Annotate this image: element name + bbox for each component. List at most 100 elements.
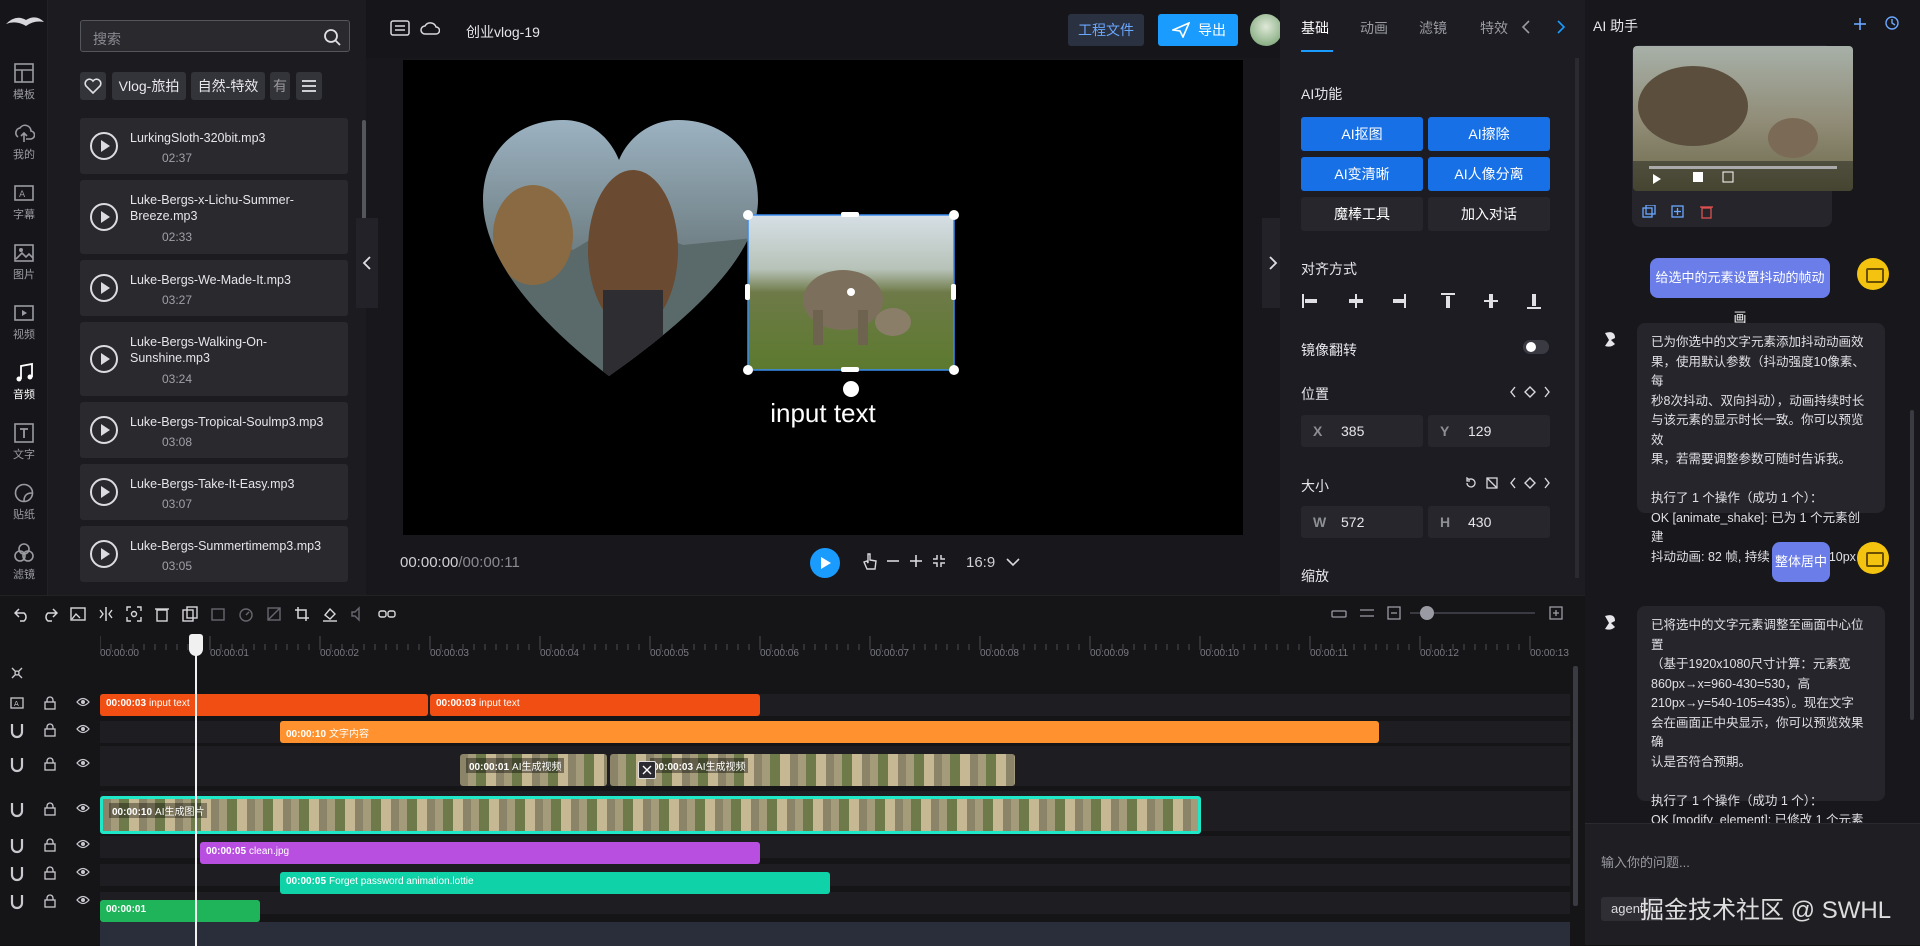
eye-icon[interactable] xyxy=(76,838,90,853)
lock-icon[interactable] xyxy=(44,802,56,819)
fit-screen-icon[interactable] xyxy=(932,554,946,568)
transition-marker[interactable] xyxy=(638,761,656,779)
play-button[interactable] xyxy=(810,548,840,578)
volume-icon[interactable] xyxy=(350,606,366,622)
tab-filter[interactable]: 滤镜 xyxy=(1419,18,1447,38)
magnet-icon[interactable] xyxy=(10,802,24,821)
eye-icon[interactable] xyxy=(76,866,90,881)
eye-icon[interactable] xyxy=(76,696,90,711)
text-clip[interactable]: 00:00:03 input text xyxy=(100,694,428,716)
undo-icon[interactable] xyxy=(14,606,30,622)
list-item[interactable]: Luke-Bergs-Tropical-Soulmp3.mp3 03:08 xyxy=(80,402,348,458)
play-icon[interactable] xyxy=(90,203,118,231)
text-track-icon[interactable]: A xyxy=(10,696,24,713)
playhead-handle[interactable] xyxy=(189,634,203,656)
chip-vlog[interactable]: Vlog-旅拍 xyxy=(112,72,186,100)
zoom-out-icon[interactable] xyxy=(886,554,900,568)
rail-item-image[interactable]: 图片 xyxy=(0,232,48,288)
ai-enhance-button[interactable]: AI变清晰 xyxy=(1301,157,1423,191)
play-icon[interactable] xyxy=(90,345,118,373)
tab-next-icon[interactable] xyxy=(1556,20,1566,34)
link-icon[interactable] xyxy=(378,606,396,622)
play-icon[interactable] xyxy=(90,478,118,506)
reset-icon[interactable] xyxy=(1465,477,1477,489)
chevron-down-icon[interactable] xyxy=(1006,558,1020,567)
video-clip[interactable]: 00:00:01 AI生成视频 xyxy=(460,754,607,786)
video-thumbnail[interactable] xyxy=(1633,46,1853,191)
rail-item-audio[interactable]: 音频 xyxy=(0,352,48,408)
search-input[interactable]: 搜索 xyxy=(80,20,350,52)
video-clip[interactable]: 00:00:03 AI生成视频 xyxy=(610,754,1015,786)
collapse-left-button[interactable] xyxy=(356,218,378,308)
tab-basic[interactable]: 基础 xyxy=(1301,18,1329,38)
rail-item-filter[interactable]: 滤镜 xyxy=(0,532,48,588)
crop-icon[interactable] xyxy=(294,606,310,622)
rail-item-mine[interactable]: 我的 xyxy=(0,112,48,168)
add-to-chat-button[interactable]: 加入对话 xyxy=(1428,197,1550,231)
rail-item-sticker[interactable]: 贴纸 xyxy=(0,472,48,528)
preview-canvas[interactable]: input text xyxy=(403,60,1243,535)
lock-icon[interactable] xyxy=(44,696,56,713)
list-menu-button[interactable] xyxy=(296,72,322,100)
chip-nature[interactable]: 自然-特效 xyxy=(191,72,265,100)
tab-effects[interactable]: 特效 xyxy=(1480,18,1508,38)
eye-icon[interactable] xyxy=(76,757,90,772)
chat-scrollbar[interactable] xyxy=(1910,410,1914,720)
keyboard-icon[interactable] xyxy=(390,20,410,36)
magic-wand-button[interactable]: 魔棒工具 xyxy=(1301,197,1423,231)
tab-prev-icon[interactable] xyxy=(1521,20,1531,34)
text-clip[interactable]: 00:00:03 input text xyxy=(430,694,760,716)
aspect-ratio[interactable]: 16:9 xyxy=(966,554,995,571)
list-item[interactable]: Luke-Bergs-We-Made-It.mp3 03:27 xyxy=(80,260,348,316)
project-title[interactable]: 创业vlog-19 xyxy=(466,22,540,42)
keyframe-nav-icon[interactable] xyxy=(1510,386,1550,398)
play-icon[interactable] xyxy=(90,274,118,302)
magnet-icon[interactable] xyxy=(10,723,24,742)
play-icon[interactable] xyxy=(90,540,118,568)
magnet-icon[interactable] xyxy=(10,866,24,885)
project-files-button[interactable]: 工程文件 xyxy=(1068,14,1144,46)
playhead[interactable] xyxy=(195,636,197,946)
focus-icon[interactable] xyxy=(126,606,142,622)
position-x-field[interactable]: X 385 xyxy=(1301,415,1423,447)
lock-icon[interactable] xyxy=(44,757,56,774)
timeline-scrollbar[interactable] xyxy=(1573,666,1578,906)
freeze-icon[interactable] xyxy=(210,606,226,622)
redo-icon[interactable] xyxy=(42,606,58,622)
lock-icon[interactable] xyxy=(44,866,56,883)
rail-item-template[interactable]: 模板 xyxy=(0,52,48,108)
history-icon[interactable] xyxy=(1885,16,1899,30)
play-icon[interactable] xyxy=(90,416,118,444)
track-link-icon[interactable] xyxy=(10,666,24,680)
mirror-toggle[interactable] xyxy=(1523,340,1549,354)
new-chat-icon[interactable] xyxy=(1854,18,1866,30)
zoom-in-icon[interactable] xyxy=(909,554,923,568)
eye-icon[interactable] xyxy=(76,894,90,909)
keyframe-nav-icon[interactable] xyxy=(1510,477,1550,489)
ai-cutout-button[interactable]: AI抠图 xyxy=(1301,117,1423,151)
hand-icon[interactable] xyxy=(862,552,878,570)
speed-icon[interactable] xyxy=(238,606,254,622)
props-scrollbar[interactable] xyxy=(1575,58,1579,578)
subtitle-clip[interactable]: 00:00:10 文字内容 xyxy=(280,721,1379,743)
size-h-field[interactable]: H 430 xyxy=(1428,506,1550,538)
position-y-field[interactable]: Y 129 xyxy=(1428,415,1550,447)
main-video-clip[interactable]: 00:00:10 AI生成图片 xyxy=(100,796,1201,834)
export-button[interactable]: 导出 xyxy=(1158,14,1238,46)
list-item[interactable]: Luke-Bergs-Summertimemp3.mp3 03:05 xyxy=(80,526,348,582)
transform-icon[interactable] xyxy=(266,606,282,622)
rail-item-video[interactable]: 视频 xyxy=(0,292,48,348)
lock-ratio-icon[interactable] xyxy=(1486,477,1498,489)
image-edit-icon[interactable] xyxy=(70,606,86,622)
magnet-icon[interactable] xyxy=(10,894,24,913)
rail-item-subtitle[interactable]: A 字幕 xyxy=(0,172,48,228)
lottie-clip[interactable]: 00:00:05 Forget password animation.lottie xyxy=(280,872,830,894)
list-item[interactable]: Luke-Bergs-Take-It-Easy.mp3 03:07 xyxy=(80,464,348,520)
play-icon[interactable] xyxy=(90,132,118,160)
overlay-text[interactable]: input text xyxy=(403,398,1243,429)
delete-icon[interactable] xyxy=(154,606,170,622)
duplicate-icon[interactable] xyxy=(182,606,198,622)
magnet-icon[interactable] xyxy=(10,757,24,776)
tab-animation[interactable]: 动画 xyxy=(1360,18,1388,38)
chip-more[interactable]: 有 xyxy=(270,72,290,100)
